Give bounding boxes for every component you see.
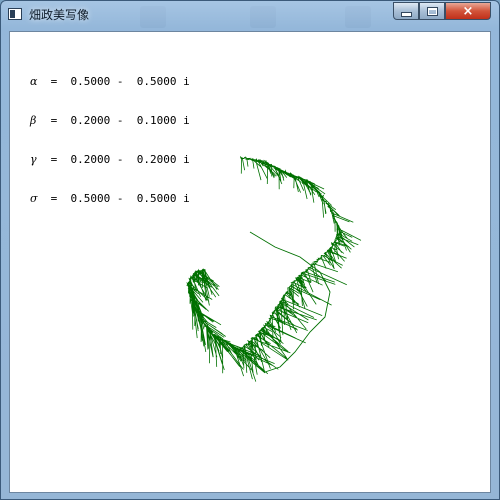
attractor-inner <box>249 231 331 373</box>
drawing-canvas: α = 0.5000 - 0.5000 i β = 0.2000 - 0.100… <box>9 31 491 493</box>
close-button[interactable]: × <box>445 2 491 20</box>
minimize-button[interactable] <box>393 2 419 20</box>
app-window: 畑政美写像 × α = 0.5000 - 0.5000 i β = 0.2000… <box>0 0 500 500</box>
close-icon: × <box>462 3 474 19</box>
maximize-icon <box>426 6 438 16</box>
attractor-strokes <box>185 156 362 382</box>
attractor-streaks <box>187 157 362 382</box>
attractor-outline <box>185 156 343 353</box>
app-icon[interactable] <box>8 8 22 20</box>
window-title: 畑政美写像 <box>29 8 90 22</box>
maximize-button[interactable] <box>419 2 445 20</box>
fractal-plot <box>185 156 362 382</box>
minimize-icon <box>400 12 412 17</box>
